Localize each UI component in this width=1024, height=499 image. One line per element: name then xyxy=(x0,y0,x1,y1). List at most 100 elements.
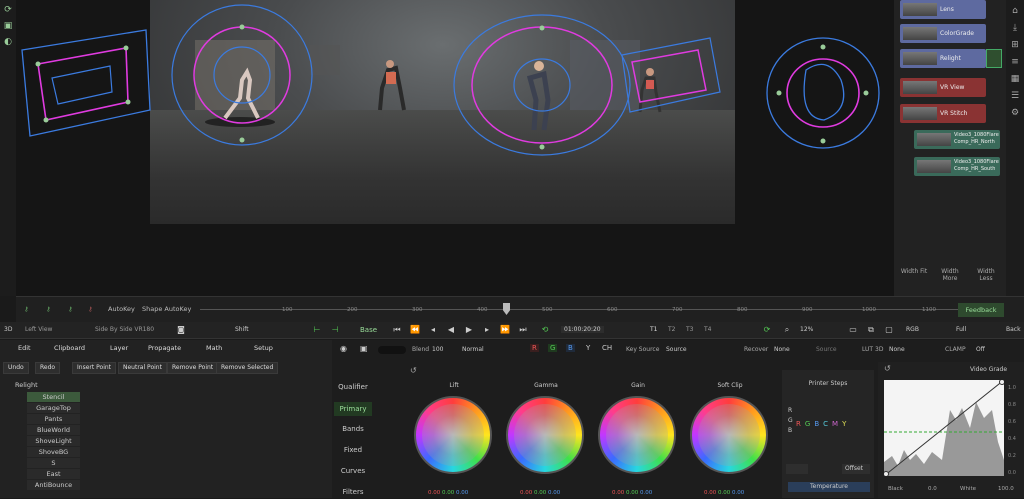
shape-autokey-button[interactable]: Shape AutoKey xyxy=(142,305,191,313)
layer-item[interactable]: BlueWorld xyxy=(27,425,80,435)
mode-label[interactable]: 3D xyxy=(4,326,12,333)
source-select[interactable]: Source xyxy=(816,346,837,353)
width-more-button[interactable]: Width More xyxy=(935,268,965,288)
lut-select[interactable]: None xyxy=(889,346,905,353)
remove-point-button[interactable]: Remove Point xyxy=(167,362,219,374)
node-graph[interactable]: Lens ColorGrade Relight VR View VR Stitc… xyxy=(894,0,1006,296)
waveform-scope[interactable] xyxy=(884,380,1004,476)
refresh-icon[interactable]: ⟳ xyxy=(762,325,772,335)
softclip-wheel[interactable] xyxy=(690,396,768,474)
autokey-button[interactable]: AutoKey xyxy=(108,305,135,313)
neutral-point-button[interactable]: Neutral Point xyxy=(118,362,167,374)
key-add-icon[interactable]: ⚷ xyxy=(46,305,51,313)
reset-icon[interactable]: ↺ xyxy=(410,366,417,375)
timecode[interactable]: 01:00:20:20 xyxy=(561,326,604,333)
white-value[interactable]: 100.0 xyxy=(998,486,1014,492)
black-value[interactable]: 0.0 xyxy=(928,486,937,492)
step-select[interactable] xyxy=(786,464,808,474)
temperature-slider[interactable]: Temperature xyxy=(788,482,870,492)
t3-button[interactable]: T3 xyxy=(686,326,693,333)
step-back-icon[interactable]: ⏪ xyxy=(410,325,420,335)
mask-tool-icon[interactable]: ◐ xyxy=(2,36,14,48)
timeline[interactable]: ⚷ ⚷ ⚷ ⚷ AutoKey Shape AutoKey 100 200 30… xyxy=(16,296,1024,322)
undo-button[interactable]: Undo xyxy=(3,362,29,374)
scope-reset-icon[interactable]: ↺ xyxy=(884,364,891,373)
t1-button[interactable]: T1 xyxy=(650,326,657,333)
resolution-select[interactable]: Full xyxy=(956,326,966,333)
channel-ch[interactable]: CH xyxy=(602,344,612,352)
insert-point-button[interactable]: Insert Point xyxy=(72,362,117,374)
play-reverse-icon[interactable]: ◀ xyxy=(446,325,456,335)
channel-b[interactable]: B xyxy=(566,344,575,352)
colorspace-select[interactable]: RGB xyxy=(906,326,919,333)
gain-wheel[interactable] xyxy=(598,396,676,474)
lift-wheel[interactable] xyxy=(414,396,492,474)
scope-title[interactable]: Video Grade xyxy=(970,366,1007,373)
layer-item[interactable]: S xyxy=(27,458,80,468)
monitor-icon[interactable]: ▢ xyxy=(884,325,894,335)
side-bands[interactable]: Bands xyxy=(334,422,372,436)
width-fit-button[interactable]: Width Fit xyxy=(899,268,929,288)
go-end-icon[interactable]: ⏭ xyxy=(518,325,528,335)
prev-frame-icon[interactable]: ◂ xyxy=(428,325,438,335)
back-button[interactable]: Back xyxy=(1006,326,1021,333)
tab-math[interactable]: Math xyxy=(206,344,222,352)
layer-item[interactable]: ShoveBG xyxy=(27,447,80,457)
side-curves[interactable]: Curves xyxy=(334,464,372,478)
rotate-tool-icon[interactable]: ⟳ xyxy=(2,4,14,16)
eye-icon[interactable]: ◉ xyxy=(340,344,347,353)
settings-icon[interactable]: ⚙ xyxy=(1008,108,1022,119)
view-select[interactable]: Left View xyxy=(25,326,52,333)
tab-setup[interactable]: Setup xyxy=(254,344,273,352)
tab-propagate[interactable]: Propagate xyxy=(148,344,181,352)
channel-y[interactable]: Y xyxy=(586,344,590,352)
tree-icon[interactable]: ⊞ xyxy=(1008,40,1022,51)
node-relight-viewer-icon[interactable] xyxy=(986,49,1002,68)
recover-select[interactable]: None xyxy=(774,346,790,353)
blend-value[interactable]: 100 xyxy=(432,346,443,353)
layer-item[interactable]: Pants xyxy=(27,414,80,424)
t2-button[interactable]: T2 xyxy=(668,326,675,333)
layer-item[interactable]: Stencil xyxy=(27,392,80,402)
tab-clipboard[interactable]: Clipboard xyxy=(54,344,85,352)
download-icon[interactable]: ⤓ xyxy=(1008,23,1022,34)
vr-headset-icon[interactable]: ◙ xyxy=(176,325,186,335)
compare-icon[interactable]: ⧉ xyxy=(866,325,876,335)
side-filters[interactable]: Filters xyxy=(334,485,372,499)
tab-edit[interactable]: Edit xyxy=(18,344,31,352)
feedback-button[interactable]: Feedback xyxy=(958,303,1004,317)
layers-icon[interactable]: ≡ xyxy=(1008,57,1022,68)
key-prev-icon[interactable]: ⚷ xyxy=(68,305,73,313)
channel-g[interactable]: G xyxy=(548,344,558,352)
next-frame-icon[interactable]: ▸ xyxy=(482,325,492,335)
tab-layer[interactable]: Layer xyxy=(110,344,128,352)
clamp-select[interactable]: Off xyxy=(976,346,985,353)
pin-icon[interactable]: ⌂ xyxy=(1008,6,1022,17)
loop-icon[interactable]: ⟲ xyxy=(540,325,550,335)
shift-button[interactable]: Shift xyxy=(235,326,249,333)
layer-item[interactable]: GarageTop xyxy=(27,403,80,413)
playhead[interactable] xyxy=(503,303,510,315)
node-video-south[interactable]: Video3_1080Flare Comp_HR_South xyxy=(914,157,1000,176)
display-icon[interactable]: ▭ xyxy=(848,325,858,335)
node-lens[interactable]: Lens xyxy=(900,0,986,19)
list-icon[interactable]: ☰ xyxy=(1008,91,1022,102)
mark-out-icon[interactable]: ⊣ xyxy=(330,325,340,335)
go-start-icon[interactable]: ⏮ xyxy=(392,325,402,335)
step-forward-icon[interactable]: ⏩ xyxy=(500,325,510,335)
node-video-north[interactable]: Video3_1080Flare Comp_HR_North xyxy=(914,130,1000,149)
play-icon[interactable]: ▶ xyxy=(464,325,474,335)
save-icon[interactable]: ▣ xyxy=(360,344,368,353)
viewer[interactable] xyxy=(16,0,894,296)
node-vr-view[interactable]: VR View xyxy=(900,78,986,97)
node-vr-stitch[interactable]: VR Stitch xyxy=(900,104,986,123)
redo-button[interactable]: Redo xyxy=(35,362,61,374)
grid-icon[interactable]: ▦ xyxy=(1008,74,1022,85)
screen-tool-icon[interactable]: ▣ xyxy=(2,20,14,32)
stereo-select[interactable]: Side By Side VR180 xyxy=(95,326,154,333)
timeline-track[interactable] xyxy=(200,309,960,310)
offset-select[interactable]: Offset xyxy=(842,464,870,474)
width-less-button[interactable]: Width Less xyxy=(971,268,1001,288)
zoom-select[interactable]: 12% xyxy=(800,326,813,333)
blend-mode-select[interactable]: Normal xyxy=(462,346,484,353)
